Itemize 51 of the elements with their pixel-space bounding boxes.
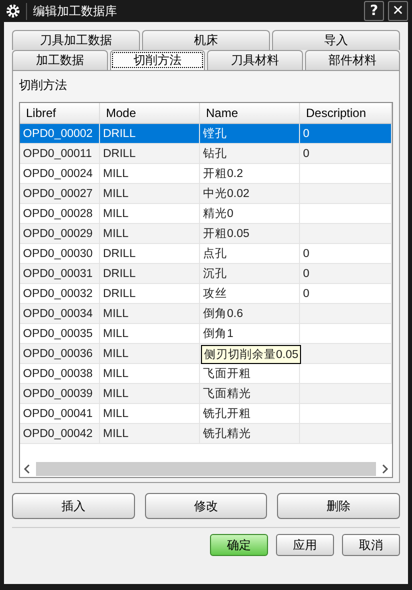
table-cell: 钻孔 bbox=[200, 144, 300, 164]
table-cell: OPD0_00042 bbox=[20, 424, 100, 444]
table-cell: 倒角0.6 bbox=[200, 304, 300, 324]
column-header[interactable]: Name bbox=[200, 103, 300, 124]
table-cell: DRILL bbox=[100, 144, 200, 164]
tab[interactable]: 部件材料 bbox=[304, 50, 400, 70]
table-cell: 中光0.02 bbox=[200, 184, 300, 204]
action-button[interactable]: 修改 bbox=[144, 493, 268, 519]
window-title: 编辑加工数据库 bbox=[26, 2, 360, 20]
tab[interactable]: 刀具材料 bbox=[207, 50, 302, 70]
table-cell: MILL bbox=[100, 224, 200, 244]
help-button[interactable]: ? bbox=[364, 1, 384, 21]
table-cell: 0 bbox=[300, 124, 392, 144]
tab[interactable]: 导入 bbox=[272, 30, 400, 50]
table-cell: OPD0_00031 bbox=[20, 264, 100, 284]
table-cell: OPD0_00029 bbox=[20, 224, 100, 244]
dialog-button[interactable]: 应用 bbox=[276, 534, 334, 556]
table-cell: OPD0_00027 bbox=[20, 184, 100, 204]
table-cell: MILL bbox=[100, 384, 200, 404]
table-cell: 镗孔 bbox=[200, 124, 300, 144]
table-cell: DRILL bbox=[100, 264, 200, 284]
table-cell: MILL bbox=[100, 344, 200, 364]
table-cell: MILL bbox=[100, 184, 200, 204]
column-header[interactable]: Mode bbox=[100, 103, 200, 124]
table-cell: 0 bbox=[300, 264, 392, 284]
close-button[interactable]: ✕ bbox=[388, 1, 408, 21]
table-cell: MILL bbox=[100, 304, 200, 324]
table-cell: DRILL bbox=[100, 124, 200, 144]
tab[interactable]: 加工数据 bbox=[12, 50, 108, 70]
tab[interactable]: 机床 bbox=[142, 30, 270, 50]
column-header[interactable]: Libref bbox=[20, 103, 100, 124]
table-cell: MILL bbox=[100, 424, 200, 444]
table-cell: OPD0_00039 bbox=[20, 384, 100, 404]
group-label: 切削方法 bbox=[19, 77, 68, 94]
action-button[interactable]: 插入 bbox=[12, 493, 135, 519]
table-cell: 开粗0.05 bbox=[200, 224, 300, 244]
tab[interactable]: 切削方法 bbox=[110, 50, 205, 70]
table-cell: OPD0_00011 bbox=[20, 144, 100, 164]
dialog-button[interactable]: 确定 bbox=[210, 534, 268, 556]
dialog-button[interactable]: 取消 bbox=[342, 534, 400, 556]
tab[interactable]: 刀具加工数据 bbox=[12, 30, 140, 50]
table-cell: 沉孔 bbox=[200, 264, 300, 284]
table-cell: 飞面精光 bbox=[200, 384, 300, 404]
action-button[interactable]: 删除 bbox=[277, 493, 400, 519]
table-cell: OPD0_00002 bbox=[20, 124, 100, 144]
table-cell: OPD0_00034 bbox=[20, 304, 100, 324]
table-cell: OPD0_00036 bbox=[20, 344, 100, 364]
column-header[interactable]: Description bbox=[300, 103, 392, 124]
table-cell: 0 bbox=[300, 144, 392, 164]
tooltip: 侧刃切削余量0.05 bbox=[201, 345, 302, 364]
table-cell: 铣孔精光 bbox=[200, 424, 300, 444]
